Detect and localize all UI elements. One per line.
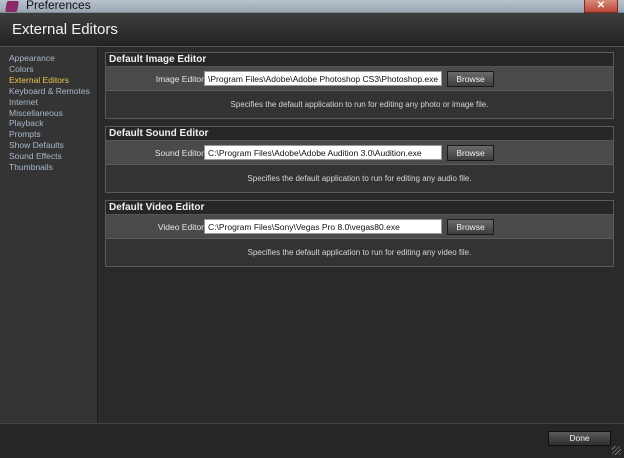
title-bar: Preferences ✕ [0,0,624,13]
page-header: External Editors [0,13,624,47]
video-editor-browse-button[interactable]: Browse [447,219,494,235]
video-editor-path-field[interactable]: C:\Program Files\Sony\Vegas Pro 8.0\vega… [204,219,442,234]
sound-editor-label: Sound Editor [154,148,204,158]
sidebar-item-prompts[interactable]: Prompts [9,129,97,140]
sidebar: Appearance Colors External Editors Keybo… [0,47,98,423]
video-editor-description: Specifies the default application to run… [106,239,613,266]
sound-editor-row: Sound Editor C:\Program Files\Adobe\Adob… [106,141,613,165]
image-editor-browse-button[interactable]: Browse [447,71,494,87]
section-title: Default Video Editor [106,201,613,215]
close-icon[interactable]: ✕ [584,0,618,13]
sidebar-item-miscellaneous[interactable]: Miscellaneous [9,108,97,119]
page-title: External Editors [12,21,118,38]
sound-editor-description: Specifies the default application to run… [106,165,613,192]
sound-editor-section: Default Sound Editor Sound Editor C:\Pro… [105,126,614,193]
app-logo-icon [5,1,19,12]
sidebar-item-internet[interactable]: Internet [9,97,97,108]
sidebar-item-appearance[interactable]: Appearance [9,53,97,64]
sound-editor-browse-button[interactable]: Browse [447,145,494,161]
image-editor-label: Image Editor [155,74,204,84]
sidebar-item-playback[interactable]: Playback [9,118,97,129]
sidebar-item-keyboard-remotes[interactable]: Keyboard & Remotes [9,86,97,97]
video-editor-row: Video Editor C:\Program Files\Sony\Vegas… [106,215,613,239]
image-editor-path-field[interactable]: \Program Files\Adobe\Adobe Photoshop CS3… [204,71,442,86]
sidebar-item-external-editors[interactable]: External Editors [9,75,97,86]
footer-bar: Done [0,423,624,458]
window-title: Preferences [26,0,91,12]
main-content: Default Image Editor Image Editor \Progr… [99,47,620,423]
sidebar-item-colors[interactable]: Colors [9,64,97,75]
done-button[interactable]: Done [548,431,611,446]
sidebar-item-thumbnails[interactable]: Thumbnails [9,162,97,173]
image-editor-section: Default Image Editor Image Editor \Progr… [105,52,614,119]
sidebar-item-show-defaults[interactable]: Show Defaults [9,140,97,151]
section-title: Default Sound Editor [106,127,613,141]
sound-editor-path-field[interactable]: C:\Program Files\Adobe\Adobe Audition 3.… [204,145,442,160]
image-editor-row: Image Editor \Program Files\Adobe\Adobe … [106,67,613,91]
resize-grip-icon[interactable] [612,446,621,455]
image-editor-description: Specifies the default application to run… [106,91,613,118]
video-editor-label: Video Editor [157,222,204,232]
sidebar-item-sound-effects[interactable]: Sound Effects [9,151,97,162]
section-title: Default Image Editor [106,53,613,67]
video-editor-section: Default Video Editor Video Editor C:\Pro… [105,200,614,267]
